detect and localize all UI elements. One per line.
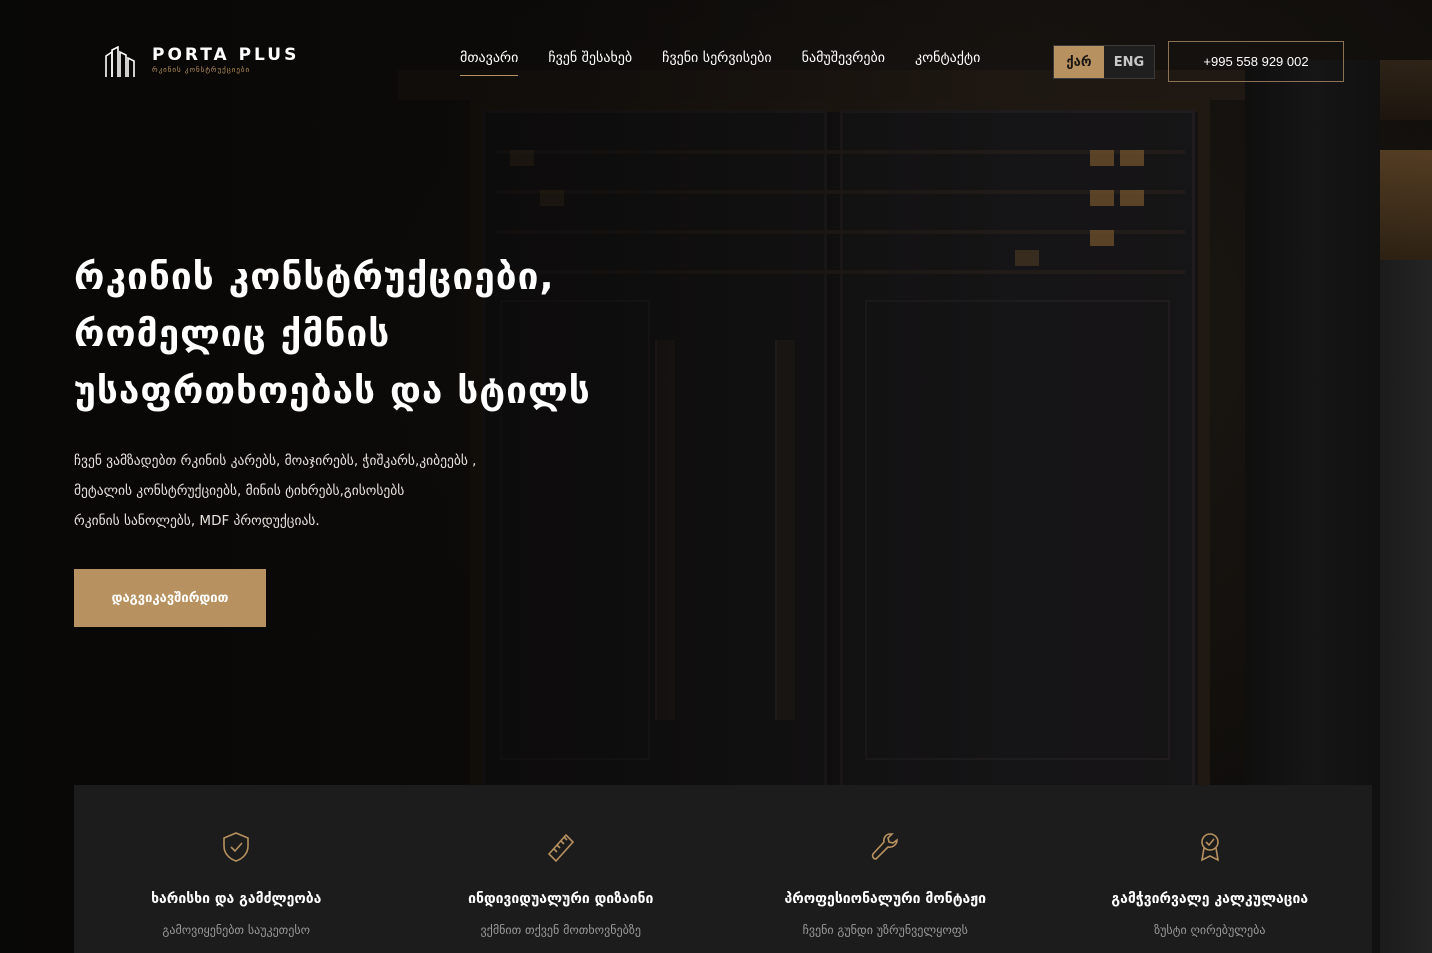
hero-desc-line: მეტალის კონსტრუქციებს, მინის ტიხრებს,გის… — [74, 483, 405, 499]
contact-us-button[interactable]: დაგვიკავშირდით — [74, 569, 266, 627]
hero-desc-line: რკინის სანოლებს, MDF პროდუქციას. — [74, 513, 320, 529]
award-icon — [1200, 833, 1219, 862]
site-header: PORTA PLUS რკინის კონსტრუქციები მთავარი … — [0, 0, 1432, 110]
feature-text: ჩვენი გუნდი უზრუნველყოფს — [802, 923, 968, 937]
feature-title: გამჭვირვალე კალკულაცია — [1111, 891, 1309, 907]
shield-check-icon — [223, 832, 250, 862]
feature-text: გამოვიყენებთ საუკეთესო — [162, 923, 311, 937]
hero-description: ჩვენ ვამზადებთ რკინის კარებს, მოაჯირებს,… — [74, 446, 554, 536]
building-logo-icon — [105, 46, 135, 77]
feature-title: პროფესიონალური მონტაჟი — [784, 891, 987, 907]
feature-text: ვქმნით თქვენ მოთხოვნებზე — [480, 923, 641, 937]
language-switcher: ქარ ENG — [1053, 45, 1155, 79]
main-nav: მთავარი ჩვენ შესახებ ჩვენი სერვისები ნამ… — [460, 50, 980, 76]
hero-desc-line: ჩვენ ვამზადებთ რკინის კარებს, მოაჯირებს,… — [74, 453, 477, 469]
feature-install: პროფესიონალური მონტაჟი ჩვენი გუნდი უზრუნ… — [723, 785, 1048, 953]
nav-portfolio[interactable]: ნამუშევრები — [802, 50, 885, 76]
feature-pricing: გამჭვირვალე კალკულაცია ზუსტი ღირებულება — [1048, 785, 1373, 953]
hero-title-line: რკინის კონსტრუქციები, — [74, 255, 555, 298]
features-strip: ხარისხი და გამძლეობა გამოვიყენებთ საუკეთ… — [74, 785, 1372, 953]
feature-title: ხარისხი და გამძლეობა — [151, 891, 322, 907]
ruler-icon — [547, 833, 574, 863]
brand-name: PORTA PLUS — [152, 45, 300, 65]
nav-contact[interactable]: კონტაქტი — [915, 50, 980, 76]
brand-tagline: რკინის კონსტრუქციები — [152, 66, 251, 74]
phone-button[interactable]: +995 558 929 002 — [1168, 41, 1344, 82]
feature-design: ინდივიდუალური დიზაინი ვქმნით თქვენ მოთხო… — [399, 785, 724, 953]
hero-title-line: რომელიც ქმნის — [74, 312, 391, 355]
feature-title: ინდივიდუალური დიზაინი — [468, 891, 654, 907]
wrench-icon — [872, 833, 899, 860]
feature-text: ზუსტი ღირებულება — [1154, 923, 1266, 937]
nav-home[interactable]: მთავარი — [460, 50, 519, 76]
nav-about[interactable]: ჩვენ შესახებ — [548, 50, 632, 76]
lang-en-button[interactable]: ENG — [1104, 46, 1154, 78]
feature-quality: ხარისხი და გამძლეობა გამოვიყენებთ საუკეთ… — [74, 785, 399, 953]
nav-services[interactable]: ჩვენი სერვისები — [662, 50, 772, 76]
hero-title: რკინის კონსტრუქციები, რომელიც ქმნის უსაფ… — [74, 248, 694, 419]
hero-title-line: უსაფრთხოებას და სტილს — [74, 369, 591, 412]
logo[interactable]: PORTA PLUS რკინის კონსტრუქციები — [104, 46, 299, 78]
lang-ka-button[interactable]: ქარ — [1054, 46, 1104, 78]
